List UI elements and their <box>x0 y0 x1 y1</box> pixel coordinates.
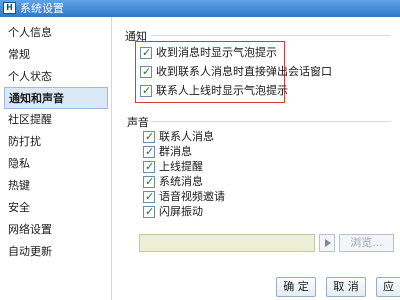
sidebar-item-community-reminder[interactable]: 社区提醒 <box>4 109 108 131</box>
checkbox-icon[interactable] <box>143 129 155 145</box>
checkbox-icon[interactable] <box>143 174 155 190</box>
sound-divider <box>151 121 391 122</box>
sidebar-item-notifications-sound[interactable]: 通知和声音 <box>4 87 108 109</box>
option-label: 闪屏振动 <box>159 205 203 218</box>
app-logo-icon: H <box>3 2 16 14</box>
checkbox-icon[interactable] <box>143 189 155 205</box>
settings-content: 通知 收到消息时显示气泡提示 收到联系人消息时直接弹出会话窗口 联系人上线时显示… <box>113 17 400 300</box>
notify-highlight-box: 收到消息时显示气泡提示 收到联系人消息时直接弹出会话窗口 联系人上线时显示气泡提… <box>135 41 332 103</box>
settings-window: H 系统设置 个人信息 常规 个人状态 通知和声音 社区提醒 防打扰 隐私 热键… <box>0 0 400 300</box>
option-label: 联系人消息 <box>159 130 214 143</box>
checkbox-icon[interactable] <box>143 159 155 175</box>
option-label: 群消息 <box>159 145 192 158</box>
browse-button[interactable]: 浏览... <box>339 234 394 252</box>
sidebar-item-privacy[interactable]: 隐私 <box>4 153 108 175</box>
checkbox-icon[interactable] <box>140 64 152 80</box>
title-bar: H 系统设置 <box>0 0 400 17</box>
sound-section-title: 声音 <box>127 116 149 129</box>
window-title: 系统设置 <box>20 2 64 15</box>
sidebar-item-auto-update[interactable]: 自动更新 <box>4 241 108 263</box>
option-label: 联系人上线时显示气泡提示 <box>156 84 288 97</box>
sidebar-item-personal-status[interactable]: 个人状态 <box>4 66 108 88</box>
sound-file-path-input[interactable] <box>139 234 315 252</box>
checkbox-icon[interactable] <box>140 83 152 99</box>
notify-divider <box>151 35 391 36</box>
checkbox-icon[interactable] <box>140 45 152 61</box>
option-label: 语音视频邀请 <box>159 190 225 203</box>
option-label: 收到消息时显示气泡提示 <box>156 46 277 59</box>
sidebar-item-personal-info[interactable]: 个人信息 <box>4 22 108 44</box>
option-label: 收到联系人消息时直接弹出会话窗口 <box>156 65 332 78</box>
cancel-button[interactable]: 取 消 <box>326 277 366 297</box>
settings-sidebar: 个人信息 常规 个人状态 通知和声音 社区提醒 防打扰 隐私 热键 安全 网络设… <box>0 17 112 300</box>
sidebar-item-hotkeys[interactable]: 热键 <box>4 175 108 197</box>
play-icon[interactable] <box>319 234 335 252</box>
sidebar-item-security[interactable]: 安全 <box>4 197 108 219</box>
ok-button[interactable]: 确 定 <box>276 277 316 297</box>
sidebar-item-network[interactable]: 网络设置 <box>4 219 108 241</box>
sidebar-item-general[interactable]: 常规 <box>4 44 108 66</box>
apply-button[interactable]: 应 <box>376 277 400 297</box>
checkbox-icon[interactable] <box>143 204 155 220</box>
checkbox-icon[interactable] <box>143 144 155 160</box>
sidebar-item-do-not-disturb[interactable]: 防打扰 <box>4 131 108 153</box>
option-label: 系统消息 <box>159 175 203 188</box>
option-label: 上线提醒 <box>159 160 203 173</box>
